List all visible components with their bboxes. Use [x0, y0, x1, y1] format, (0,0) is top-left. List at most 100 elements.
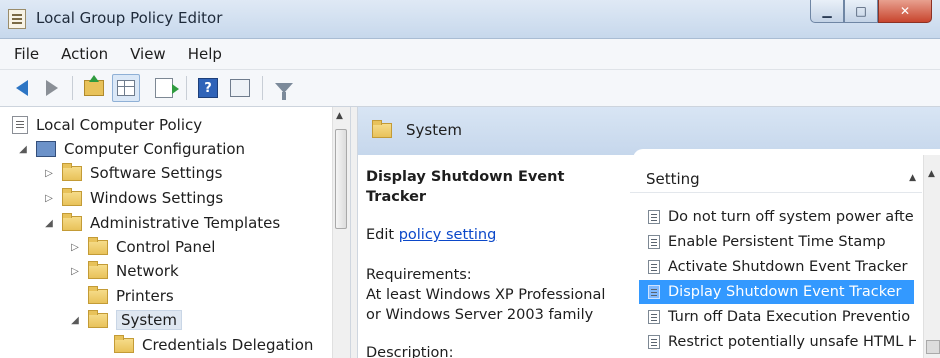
- expanded-arrow-icon[interactable]: ◢: [16, 144, 30, 155]
- tree-item-label: Network: [116, 262, 179, 280]
- window-title: Local Group Policy Editor: [36, 9, 223, 27]
- policy-setting-icon: [648, 235, 660, 249]
- close-button[interactable]: ✕: [878, 0, 932, 23]
- export-list-button[interactable]: [152, 76, 179, 100]
- folder-icon: [62, 212, 82, 231]
- list-item-label: Activate Shutdown Event Tracker: [668, 259, 908, 275]
- policy-setting-icon: [648, 260, 660, 274]
- properties-button[interactable]: [228, 76, 252, 100]
- gpedit-app-icon: [8, 9, 26, 29]
- scroll-down-button[interactable]: [926, 340, 940, 354]
- title-bar: Local Group Policy Editor ▁ □ ✕: [0, 0, 940, 39]
- policy-setting-icon: [648, 335, 660, 349]
- folder-icon: [62, 162, 82, 181]
- tree-item-administrative-templates[interactable]: ◢ Administrative Templates: [42, 211, 280, 235]
- back-button[interactable]: [10, 76, 34, 100]
- policy-setting-icon: [648, 285, 660, 299]
- maximize-button[interactable]: □: [844, 0, 878, 23]
- list-item-label: Display Shutdown Event Tracker: [668, 284, 902, 300]
- details-scrollbar[interactable]: ▲: [923, 155, 940, 358]
- toolbar-separator: [186, 76, 187, 100]
- list-item[interactable]: Restrict potentially unsafe HTML H: [648, 330, 916, 354]
- maximize-icon: □: [855, 4, 867, 18]
- help-button[interactable]: ?: [196, 76, 220, 100]
- tree-item-local-computer-policy[interactable]: Local Computer Policy: [12, 113, 202, 137]
- tree-scrollbar[interactable]: ▲: [332, 107, 350, 358]
- tree-item-printers[interactable]: Printers: [88, 284, 174, 308]
- policy-description-panel: Display Shutdown Event Tracker Edit poli…: [366, 167, 621, 358]
- list-item-selected[interactable]: Display Shutdown Event Tracker: [639, 280, 914, 304]
- scroll-up-arrow-icon[interactable]: ▲: [928, 169, 935, 179]
- window-controls: ▁ □ ✕: [810, 0, 932, 23]
- collapsed-arrow-icon[interactable]: ▷: [42, 168, 56, 179]
- close-icon: ✕: [899, 4, 911, 18]
- tree-item-computer-configuration[interactable]: ◢ Computer Configuration: [16, 137, 245, 161]
- show-hide-tree-icon: [117, 80, 135, 96]
- tree-item-label: System: [116, 310, 182, 330]
- details-pane: System Display Shutdown Event Tracker Ed…: [357, 107, 940, 358]
- tree-item-label: Software Settings: [90, 164, 223, 182]
- list-item-label: Turn off Data Execution Preventio: [668, 309, 911, 325]
- scroll-up-arrow-icon[interactable]: ▲: [336, 111, 343, 121]
- toolbar: ?: [0, 70, 940, 107]
- tree-item-label: Windows Settings: [90, 189, 224, 207]
- toolbar-separator: [262, 76, 263, 100]
- properties-icon: [230, 79, 250, 97]
- folder-icon: [88, 309, 108, 328]
- scrollbar-thumb[interactable]: [335, 129, 347, 229]
- description-label: Description:: [366, 345, 454, 358]
- expanded-arrow-icon[interactable]: ◢: [68, 315, 82, 326]
- menu-view[interactable]: View: [122, 45, 174, 63]
- details-header: System: [358, 107, 940, 155]
- folder-icon: [372, 120, 392, 138]
- collapsed-arrow-icon[interactable]: ▷: [42, 193, 56, 204]
- tree-item-label: Printers: [116, 287, 174, 305]
- collapsed-arrow-icon[interactable]: ▷: [68, 242, 82, 253]
- policy-heading: Display Shutdown Event Tracker: [366, 169, 565, 205]
- expanded-arrow-icon[interactable]: ◢: [42, 218, 56, 229]
- folder-icon: [88, 236, 108, 255]
- list-item[interactable]: Activate Shutdown Event Tracker: [648, 255, 916, 279]
- tree-item-label: Local Computer Policy: [36, 116, 203, 134]
- collapsed-arrow-icon[interactable]: ▷: [68, 266, 82, 277]
- folder-icon: [62, 187, 82, 206]
- navigation-tree: Local Computer Policy ◢ Computer Configu…: [0, 107, 351, 358]
- show-hide-tree-button[interactable]: [112, 74, 140, 102]
- setting-column-header[interactable]: Setting ▲: [630, 165, 922, 193]
- tree-item-credentials-delegation[interactable]: Credentials Delegation: [114, 333, 313, 357]
- tree-item-control-panel[interactable]: ▷ Control Panel: [68, 235, 215, 259]
- extended-tab-area: [633, 149, 940, 161]
- list-item[interactable]: Do not turn off system power afte: [648, 205, 916, 229]
- tree-item-label: Control Panel: [116, 238, 216, 256]
- up-folder-icon: [84, 75, 104, 96]
- list-item-label: Enable Persistent Time Stamp: [668, 234, 886, 250]
- tree-item-label: Credentials Delegation: [142, 336, 314, 354]
- menu-help[interactable]: Help: [180, 45, 230, 63]
- list-item[interactable]: Turn off Data Execution Preventio: [648, 305, 916, 329]
- minimize-button[interactable]: ▁: [810, 0, 844, 23]
- tree-item-network[interactable]: ▷ Network: [68, 259, 179, 283]
- menu-action[interactable]: Action: [53, 45, 116, 63]
- forward-button[interactable]: [40, 76, 64, 100]
- policy-setting-link[interactable]: policy setting: [399, 227, 497, 243]
- tree-item-software-settings[interactable]: ▷ Software Settings: [42, 161, 222, 185]
- menu-file[interactable]: File: [6, 45, 47, 63]
- back-arrow-icon: [16, 80, 28, 96]
- tree-item-system[interactable]: ◢ System: [68, 308, 182, 332]
- list-item-label: Restrict potentially unsafe HTML H: [668, 334, 916, 350]
- sort-arrow-icon: ▲: [909, 173, 916, 183]
- folder-icon: [114, 334, 134, 353]
- filter-button[interactable]: [272, 76, 296, 100]
- list-item[interactable]: Enable Persistent Time Stamp: [648, 230, 916, 254]
- settings-list: Setting ▲ Do not turn off system power a…: [630, 165, 940, 358]
- folder-icon: [88, 285, 108, 304]
- edit-policy-line: Edit policy setting: [366, 225, 621, 245]
- toolbar-separator: [72, 76, 73, 100]
- tree-item-label: Computer Configuration: [64, 140, 246, 158]
- policy-setting-icon: [648, 310, 660, 324]
- policy-setting-icon: [648, 210, 660, 224]
- tree-item-windows-settings[interactable]: ▷ Windows Settings: [42, 186, 223, 210]
- help-icon: ?: [198, 78, 218, 98]
- up-one-level-button[interactable]: [82, 75, 106, 100]
- filter-icon: [275, 83, 293, 100]
